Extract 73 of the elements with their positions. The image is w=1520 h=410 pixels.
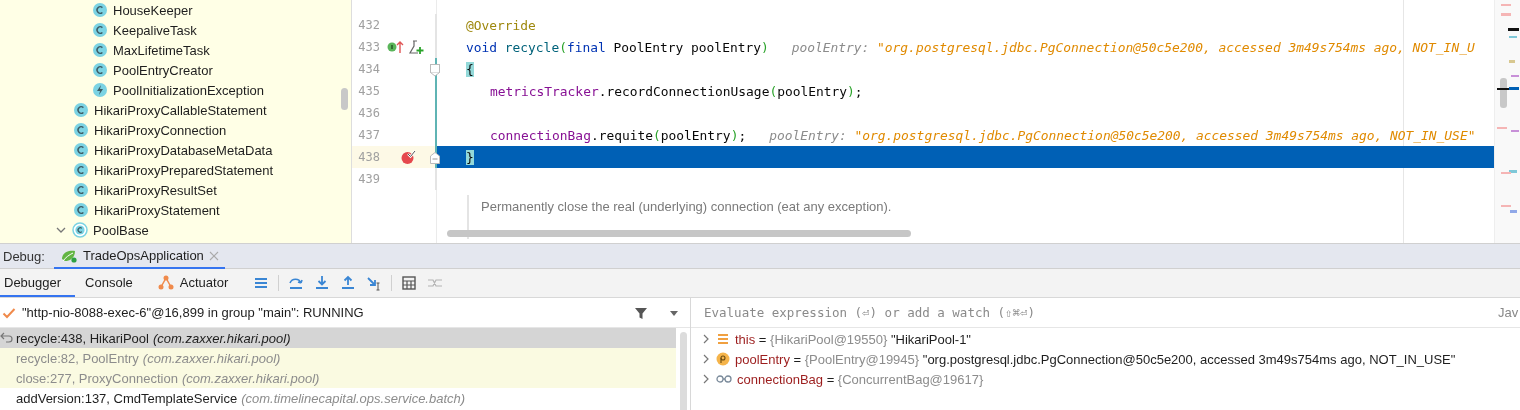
tree-item[interactable]: HikariProxyPreparedStatement: [94, 162, 274, 178]
thread-selector[interactable]: "http-nio-8088-exec-6"@16,899 in group "main": RUNNING: [22, 305, 628, 320]
class-icon: [73, 102, 89, 118]
fold-marker-icon[interactable]: [429, 63, 441, 77]
code-text: void recycle(final PoolEntry poolEntry): [466, 39, 769, 55]
glasses-icon: [716, 374, 732, 384]
class-icon: [73, 122, 89, 138]
tree-item[interactable]: PoolEntryCreator: [113, 62, 213, 78]
step-out-icon: [340, 275, 357, 291]
lightning-class-icon: [92, 82, 108, 98]
tree-item[interactable]: HikariProxyStatement: [94, 202, 220, 218]
filter-icon[interactable]: [634, 305, 648, 320]
code-text: @Override: [466, 17, 536, 33]
code-text: metricsTracker.recordConnectionUsage(poolEntry);: [490, 83, 863, 99]
tab[interactable]: Actuator: [152, 269, 243, 297]
tree-item[interactable]: HikariProxyResultSet: [94, 182, 217, 198]
vertical-scrollbar[interactable]: [341, 88, 348, 110]
tree-item[interactable]: KeepaliveTask: [113, 22, 197, 38]
step-over-icon: [288, 275, 305, 291]
class-icon: [92, 42, 108, 58]
tab[interactable]: Debugger: [0, 269, 76, 297]
menu-icon: [253, 275, 270, 291]
run-to-cursor-icon: [366, 275, 383, 291]
class-icon: [92, 22, 108, 38]
class-icon: [73, 182, 89, 198]
tree-item[interactable]: PoolInitializationException: [113, 82, 265, 98]
tree-item[interactable]: MaxLifetimeTask: [113, 42, 210, 58]
calculator-icon: [401, 275, 418, 291]
variable-entry[interactable]: this = {HikariPool@19550} "HikariPool-1": [735, 331, 971, 347]
class-icon: [92, 62, 108, 78]
nodes-icon: [156, 274, 175, 290]
return-arrow-icon: [0, 332, 14, 344]
code-text: connectionBag.requite(poolEntry);: [490, 127, 747, 143]
variable-entry[interactable]: poolEntry = {PoolEntry@19945} "org.postgresql.jdbc.PgConnection@50c5e200, accessed 3m49s754ms ago, NOT_IN_USE": [735, 351, 1456, 367]
expression-input[interactable]: Evaluate expression (⏎) or add a watch (⇧⌘⏎): [704, 305, 1498, 320]
line-number: 433: [357, 40, 380, 54]
line-number: 437: [357, 128, 380, 142]
tree-item[interactable]: HikariProxyCallableStatement: [94, 102, 267, 118]
inline-value-hint: poolEntry: "org.postgresql.jdbc.PgConnection@50c5e200, accessed 3m49s754ms ago, NOT_IN_U: [791, 39, 1475, 55]
flask-plus-icon[interactable]: [408, 39, 424, 55]
line-number: 432: [357, 18, 380, 32]
line-number: 436: [357, 106, 380, 120]
code-text: }: [466, 149, 474, 165]
line-number: 438: [357, 150, 380, 164]
close-icon[interactable]: [208, 250, 219, 261]
leaf-icon: [59, 248, 78, 263]
parameter-icon: [716, 352, 730, 366]
vertical-scrollbar[interactable]: [680, 332, 687, 410]
tree-item[interactable]: HikariProxyDatabaseMetaData: [94, 142, 273, 158]
panel-title: Debug:: [2, 248, 46, 264]
stack-frame[interactable]: addVersion:137, CmdTemplateService (com.timelinecapital.ops.service.batch): [0, 388, 676, 408]
language-selector[interactable]: Jav: [1498, 305, 1520, 320]
code-text: {: [466, 61, 474, 77]
inline-value-hint: poolEntry: "org.postgresql.jdbc.PgConnection@50c5e200, accessed 3m49s754ms ago, NOT_IN_USE": [769, 127, 1476, 143]
variable-entry[interactable]: connectionBag = {ConcurrentBag@19617}: [737, 371, 984, 387]
stacked-lines-icon: [716, 332, 730, 346]
line-number: 434: [357, 62, 380, 76]
abstract-class-icon: [72, 222, 88, 238]
tab[interactable]: Console: [81, 269, 147, 297]
implements-arrow-icon: [386, 40, 406, 54]
step-into-icon: [314, 275, 331, 291]
class-icon: [73, 162, 89, 178]
breakpoint-check-icon[interactable]: [400, 149, 416, 165]
tree-item[interactable]: HikariProxyConnection: [94, 122, 227, 138]
stack-frame[interactable]: recycle:438, HikariPool (com.zaxxer.hikari.pool): [0, 328, 676, 348]
class-icon: [73, 202, 89, 218]
horizontal-scrollbar[interactable]: [447, 230, 911, 237]
tree-item[interactable]: HouseKeeper: [113, 2, 193, 18]
class-icon: [73, 142, 89, 158]
tree-item[interactable]: PoolBase: [93, 222, 149, 238]
line-number: 435: [357, 84, 380, 98]
class-icon: [92, 2, 108, 18]
line-number: 439: [357, 172, 380, 186]
